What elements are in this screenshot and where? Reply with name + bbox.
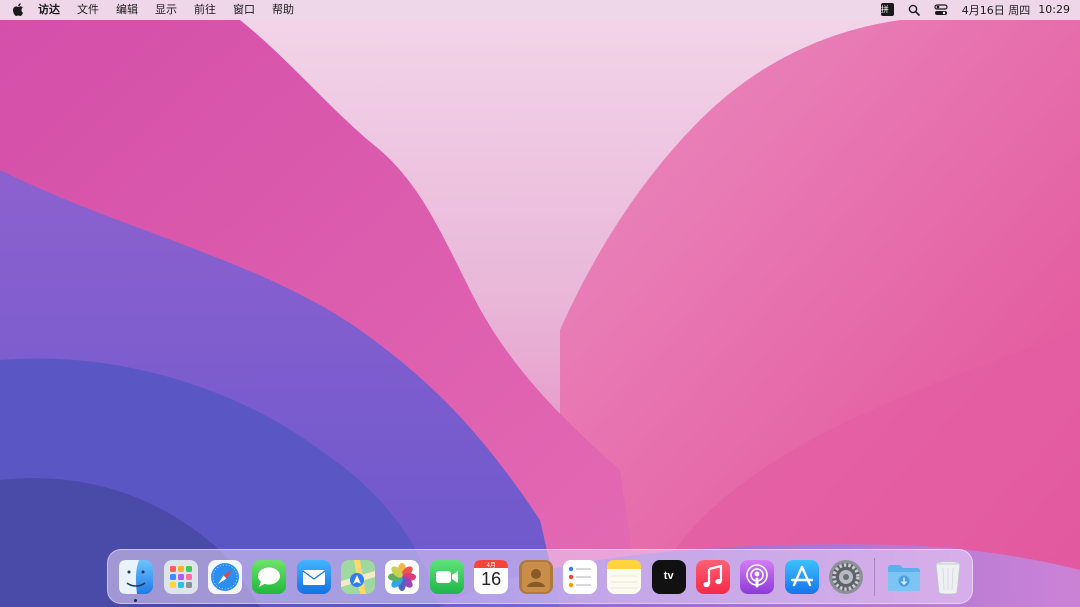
dock-separator	[874, 557, 876, 596]
dock-item-reminders[interactable]	[562, 559, 598, 595]
dock-item-notes[interactable]	[606, 559, 642, 595]
menu-app-finder[interactable]: 访达	[38, 0, 60, 19]
dock-item-podcasts[interactable]	[739, 559, 775, 595]
dock-item-messages[interactable]	[251, 559, 287, 595]
desktop-wallpaper	[0, 0, 1080, 607]
calendar-month-label: 4月	[486, 562, 496, 569]
dock-item-finder[interactable]	[118, 559, 154, 602]
notes-icon	[607, 559, 642, 594]
dock-item-contacts[interactable]	[518, 559, 554, 595]
facetime-icon	[429, 559, 464, 594]
dock-item-music[interactable]	[695, 559, 731, 595]
dock-item-system-preferences[interactable]	[828, 559, 864, 595]
input-method-icon[interactable]: 拼	[880, 3, 894, 16]
dock: 4月 16 tv	[107, 549, 973, 604]
dock-item-app-store[interactable]	[784, 559, 820, 595]
dock-item-calendar[interactable]: 4月 16	[473, 559, 509, 595]
dock-item-safari[interactable]	[207, 559, 243, 595]
app-store-icon	[784, 559, 819, 594]
downloads-folder-icon	[887, 564, 920, 591]
menu-view[interactable]: 显示	[155, 0, 177, 19]
maps-icon	[341, 559, 376, 594]
reminders-icon	[562, 559, 597, 594]
apple-menu-icon[interactable]	[12, 3, 24, 16]
spotlight-search-icon[interactable]	[908, 4, 920, 16]
mail-icon	[296, 559, 331, 594]
menubar-date[interactable]: 4月16日 周四	[962, 2, 1031, 18]
contacts-icon	[518, 559, 553, 594]
launchpad-icon	[163, 559, 198, 594]
dock-item-maps[interactable]	[340, 559, 376, 595]
control-center-icon[interactable]	[934, 3, 948, 16]
apple-tv-label: tv	[663, 569, 674, 582]
finder-running-indicator	[134, 598, 138, 602]
menu-file[interactable]: 文件	[77, 0, 99, 19]
menu-help[interactable]: 帮助	[272, 0, 294, 19]
menubar-time[interactable]: 10:29	[1038, 3, 1070, 16]
finder-icon	[119, 559, 154, 594]
dock-item-facetime[interactable]	[429, 559, 465, 595]
dock-item-trash[interactable]	[930, 559, 966, 595]
photos-icon	[385, 559, 420, 594]
menu-edit[interactable]: 编辑	[116, 0, 138, 19]
dock-item-launchpad[interactable]	[163, 559, 199, 595]
menu-go[interactable]: 前往	[194, 0, 216, 19]
dock-item-photos[interactable]	[384, 559, 420, 595]
dock-item-downloads[interactable]	[886, 559, 922, 595]
trash-icon	[935, 560, 961, 594]
system-preferences-icon	[829, 559, 864, 594]
menu-window[interactable]: 窗口	[233, 0, 255, 19]
music-icon	[696, 559, 731, 594]
dock-item-apple-tv[interactable]: tv	[651, 559, 687, 595]
calendar-day-label: 16	[481, 568, 502, 589]
podcasts-icon	[740, 559, 775, 594]
menu-bar: 访达 文件 编辑 显示 前往 窗口 帮助 拼 4月16日 周四 10:29	[0, 0, 1080, 19]
messages-icon	[252, 559, 287, 594]
safari-icon	[207, 559, 242, 594]
dock-item-mail[interactable]	[296, 559, 332, 595]
